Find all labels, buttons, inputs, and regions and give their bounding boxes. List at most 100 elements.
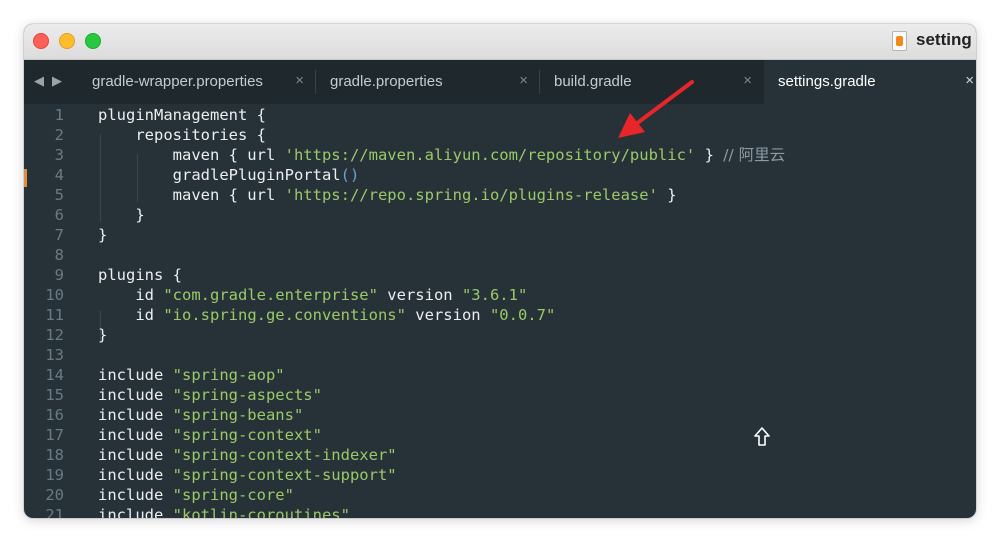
tab-label: build.gradle: [554, 73, 632, 90]
code-line: 10 id "com.gradle.enterprise" version "3…: [24, 285, 976, 305]
code-text: }: [98, 226, 108, 244]
line-number: 17: [45, 426, 64, 444]
tab-close-icon[interactable]: ×: [743, 72, 752, 89]
line-number: 14: [45, 366, 64, 384]
code-text: pluginManagement {: [98, 106, 266, 124]
line-number: 15: [45, 386, 64, 404]
code-line: 13: [24, 345, 976, 365]
code-line: 20 include "spring-core": [24, 485, 976, 505]
minimize-window-button[interactable]: [59, 33, 75, 49]
tab-back-arrow-icon[interactable]: ◀: [34, 72, 44, 90]
code-text: maven { url 'https://maven.aliyun.com/re…: [98, 146, 786, 164]
tab-forward-arrow-icon[interactable]: ▶: [52, 72, 62, 90]
line-number: 10: [45, 286, 64, 304]
tab-gradle-wrapper-properties[interactable]: gradle-wrapper.properties ×: [78, 60, 316, 104]
code-text: }: [98, 326, 108, 344]
code-text: include "spring-core": [98, 486, 294, 504]
string-literal: "com.gradle.enterprise": [163, 286, 378, 304]
tab-gradle-properties[interactable]: gradle.properties ×: [316, 60, 540, 104]
code-line: 14 include "spring-aop": [24, 365, 976, 385]
tab-label: gradle-wrapper.properties: [92, 73, 263, 90]
code-line: 5 maven { url 'https://repo.spring.io/pl…: [24, 185, 976, 205]
code-line: 19 include "spring-context-support": [24, 465, 976, 485]
string-literal: "spring-aop": [172, 366, 285, 384]
tab-close-icon[interactable]: ×: [519, 72, 528, 89]
code-text: maven { url 'https://repo.spring.io/plug…: [98, 186, 677, 204]
string-literal: "spring-beans": [172, 406, 304, 424]
tab-build-gradle[interactable]: build.gradle ×: [540, 60, 764, 104]
line-number: 11: [45, 306, 64, 324]
string-literal: "spring-context": [172, 426, 322, 444]
line-number: 18: [45, 446, 64, 464]
code-text: gradlePluginPortal(): [98, 166, 360, 184]
code-line: 8: [24, 245, 976, 265]
string-literal: "spring-context-support": [172, 466, 397, 484]
code-text: id "com.gradle.enterprise" version "3.6.…: [98, 286, 528, 304]
code-line: 17 include "spring-context": [24, 425, 976, 445]
string-literal: "3.6.1": [461, 286, 528, 304]
code-line: 6 }: [24, 205, 976, 225]
line-number: 3: [54, 146, 64, 164]
tab-close-icon[interactable]: ×: [965, 72, 974, 89]
line-number: 9: [54, 266, 64, 284]
line-number: 5: [54, 186, 64, 204]
line-number: 4: [54, 166, 64, 184]
code-line: 18 include "spring-context-indexer": [24, 445, 976, 465]
string-literal: "io.spring.ge.conventions": [163, 306, 406, 324]
code-text: }: [98, 206, 145, 224]
code-comment: // 阿里云: [723, 146, 786, 164]
close-window-button[interactable]: [33, 33, 49, 49]
code-text: include "spring-beans": [98, 406, 304, 424]
maximize-window-button[interactable]: [85, 33, 101, 49]
string-literal: 'https://repo.spring.io/plugins-release': [284, 186, 658, 204]
code-line: 11 id "io.spring.ge.conventions" version…: [24, 305, 976, 325]
code-text: include "spring-context": [98, 426, 322, 444]
line-number: 6: [54, 206, 64, 224]
editor-window: setting ◀ ▶ gradle-wrapper.properties × …: [24, 24, 976, 518]
code-editor[interactable]: 1 pluginManagement { 2 repositories { 3 …: [24, 104, 976, 518]
line-number: 19: [45, 466, 64, 484]
line-number: 8: [54, 246, 64, 264]
tab-label: gradle.properties: [330, 73, 443, 90]
line-number: 2: [54, 126, 64, 144]
code-line: 16 include "spring-beans": [24, 405, 976, 425]
code-text: include "spring-aop": [98, 366, 285, 384]
code-text: include "kotlin-coroutines": [98, 505, 350, 518]
mouse-cursor-icon: [754, 427, 770, 446]
code-line: 4 gradlePluginPortal(): [24, 165, 976, 185]
code-line: 1 pluginManagement {: [24, 105, 976, 125]
tab-bar: ◀ ▶ gradle-wrapper.properties × gradle.p…: [24, 60, 976, 104]
line-number: 7: [54, 226, 64, 244]
tab-settings-gradle[interactable]: settings.gradle ×: [764, 60, 976, 104]
code-line: 9 plugins {: [24, 265, 976, 285]
code-line: 3 maven { url 'https://maven.aliyun.com/…: [24, 145, 976, 165]
code-line: 12 }: [24, 325, 976, 345]
code-line: 15 include "spring-aspects": [24, 385, 976, 405]
string-literal: "spring-core": [172, 486, 294, 504]
title-bar: setting: [24, 24, 976, 60]
code-line: 2 repositories {: [24, 125, 976, 145]
code-text: plugins {: [98, 266, 182, 284]
tab-close-icon[interactable]: ×: [295, 72, 304, 89]
document-icon: [892, 31, 907, 51]
string-literal: "0.0.7": [489, 306, 556, 324]
line-number: 13: [45, 346, 64, 364]
string-literal: 'https://maven.aliyun.com/repository/pub…: [284, 146, 696, 164]
code-text: id "io.spring.ge.conventions" version "0…: [98, 306, 556, 324]
code-text: repositories {: [98, 126, 266, 144]
line-number: 1: [54, 106, 64, 124]
code-line: 7 }: [24, 225, 976, 245]
code-text: include "spring-aspects": [98, 386, 322, 404]
code-line: 21 include "kotlin-coroutines": [24, 505, 976, 518]
line-number: 16: [45, 406, 64, 424]
string-literal: "spring-context-indexer": [172, 446, 397, 464]
line-number: 12: [45, 326, 64, 344]
code-text: include "spring-context-indexer": [98, 446, 397, 464]
tab-label: settings.gradle: [778, 73, 876, 90]
code-text: include "spring-context-support": [98, 466, 397, 484]
line-number: 21: [45, 506, 64, 518]
string-literal: "spring-aspects": [172, 386, 322, 404]
window-title: setting: [916, 30, 972, 49]
string-literal: "kotlin-coroutines": [172, 506, 350, 518]
line-number: 20: [45, 486, 64, 504]
